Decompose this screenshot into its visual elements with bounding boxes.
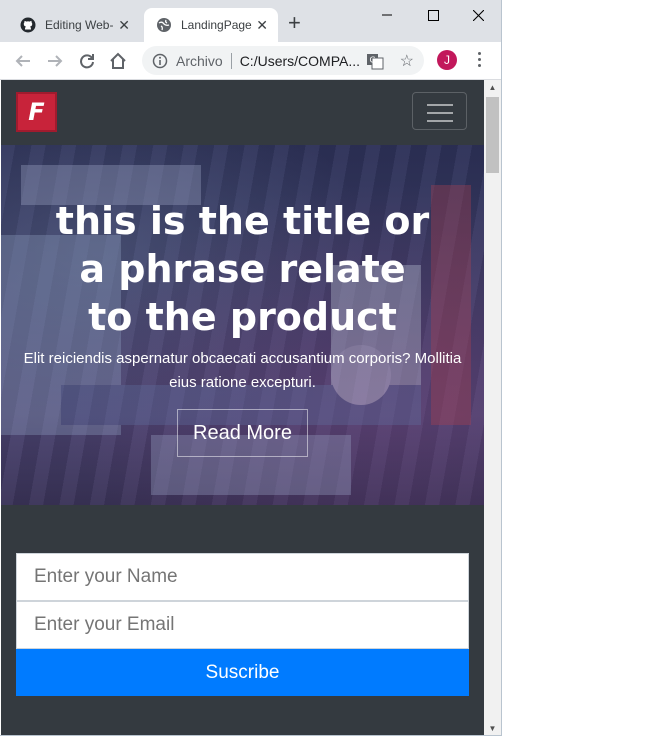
info-icon[interactable] (152, 53, 168, 69)
scroll-down-arrow-icon[interactable]: ▼ (484, 721, 501, 735)
brand-logo[interactable]: F (16, 92, 57, 132)
hero-section: this is the title or a phrase relate to … (1, 145, 484, 505)
back-arrow-icon[interactable] (12, 50, 34, 72)
tab-strip: Editing Web- ✕ LandingPage ✕ + (0, 0, 501, 42)
address-separator (230, 52, 232, 69)
read-more-button[interactable]: Read More (177, 409, 308, 457)
tab-title: LandingPage (181, 18, 252, 32)
star-icon[interactable]: ☆ (400, 51, 414, 71)
svg-text:G: G (370, 56, 376, 65)
browser-window: Editing Web- ✕ LandingPage ✕ + Archivo C… (0, 0, 502, 736)
forward-arrow-icon[interactable] (44, 50, 66, 72)
tab-editing[interactable]: Editing Web- ✕ (8, 8, 140, 42)
globe-icon (157, 18, 171, 32)
email-input[interactable] (16, 601, 469, 649)
tab-title: Editing Web- (45, 18, 114, 32)
site-navbar: F (1, 80, 484, 145)
minimize-icon[interactable] (372, 4, 402, 26)
menu-kebab-icon[interactable] (472, 49, 486, 71)
tab-landingpage[interactable]: LandingPage ✕ (144, 8, 278, 42)
window-close-icon[interactable] (463, 4, 493, 26)
translate-icon[interactable]: G (366, 52, 384, 70)
new-tab-button[interactable]: + (288, 12, 301, 34)
close-icon[interactable]: ✕ (256, 17, 268, 34)
github-icon (20, 17, 36, 33)
page-viewport: F this is the title or a phrase relate t… (1, 80, 484, 735)
name-input[interactable] (16, 553, 469, 601)
reload-icon[interactable] (76, 50, 98, 72)
maximize-icon[interactable] (418, 4, 448, 26)
address-url[interactable]: C:/Users/COMPA... (240, 53, 360, 69)
hamburger-menu-icon[interactable] (412, 92, 467, 130)
close-icon[interactable]: ✕ (118, 17, 130, 34)
home-icon[interactable] (107, 50, 129, 72)
hero-title: this is the title or a phrase relate to … (55, 199, 430, 339)
address-scheme: Archivo (176, 52, 223, 69)
subscribe-button[interactable]: Suscribe (16, 649, 469, 696)
scroll-up-arrow-icon[interactable]: ▲ (484, 80, 501, 95)
scroll-thumb[interactable] (486, 97, 499, 173)
avatar[interactable]: J (437, 50, 457, 70)
address-bar[interactable]: Archivo C:/Users/COMPA... G ☆ (142, 46, 424, 75)
vertical-scrollbar[interactable]: ▲ ▼ (484, 80, 501, 735)
hero-subtitle: Elit reiciendis aspernatur obcaecati acc… (23, 350, 462, 391)
browser-toolbar: Archivo C:/Users/COMPA... G ☆ (0, 42, 501, 80)
subscribe-form: Suscribe (1, 505, 484, 735)
